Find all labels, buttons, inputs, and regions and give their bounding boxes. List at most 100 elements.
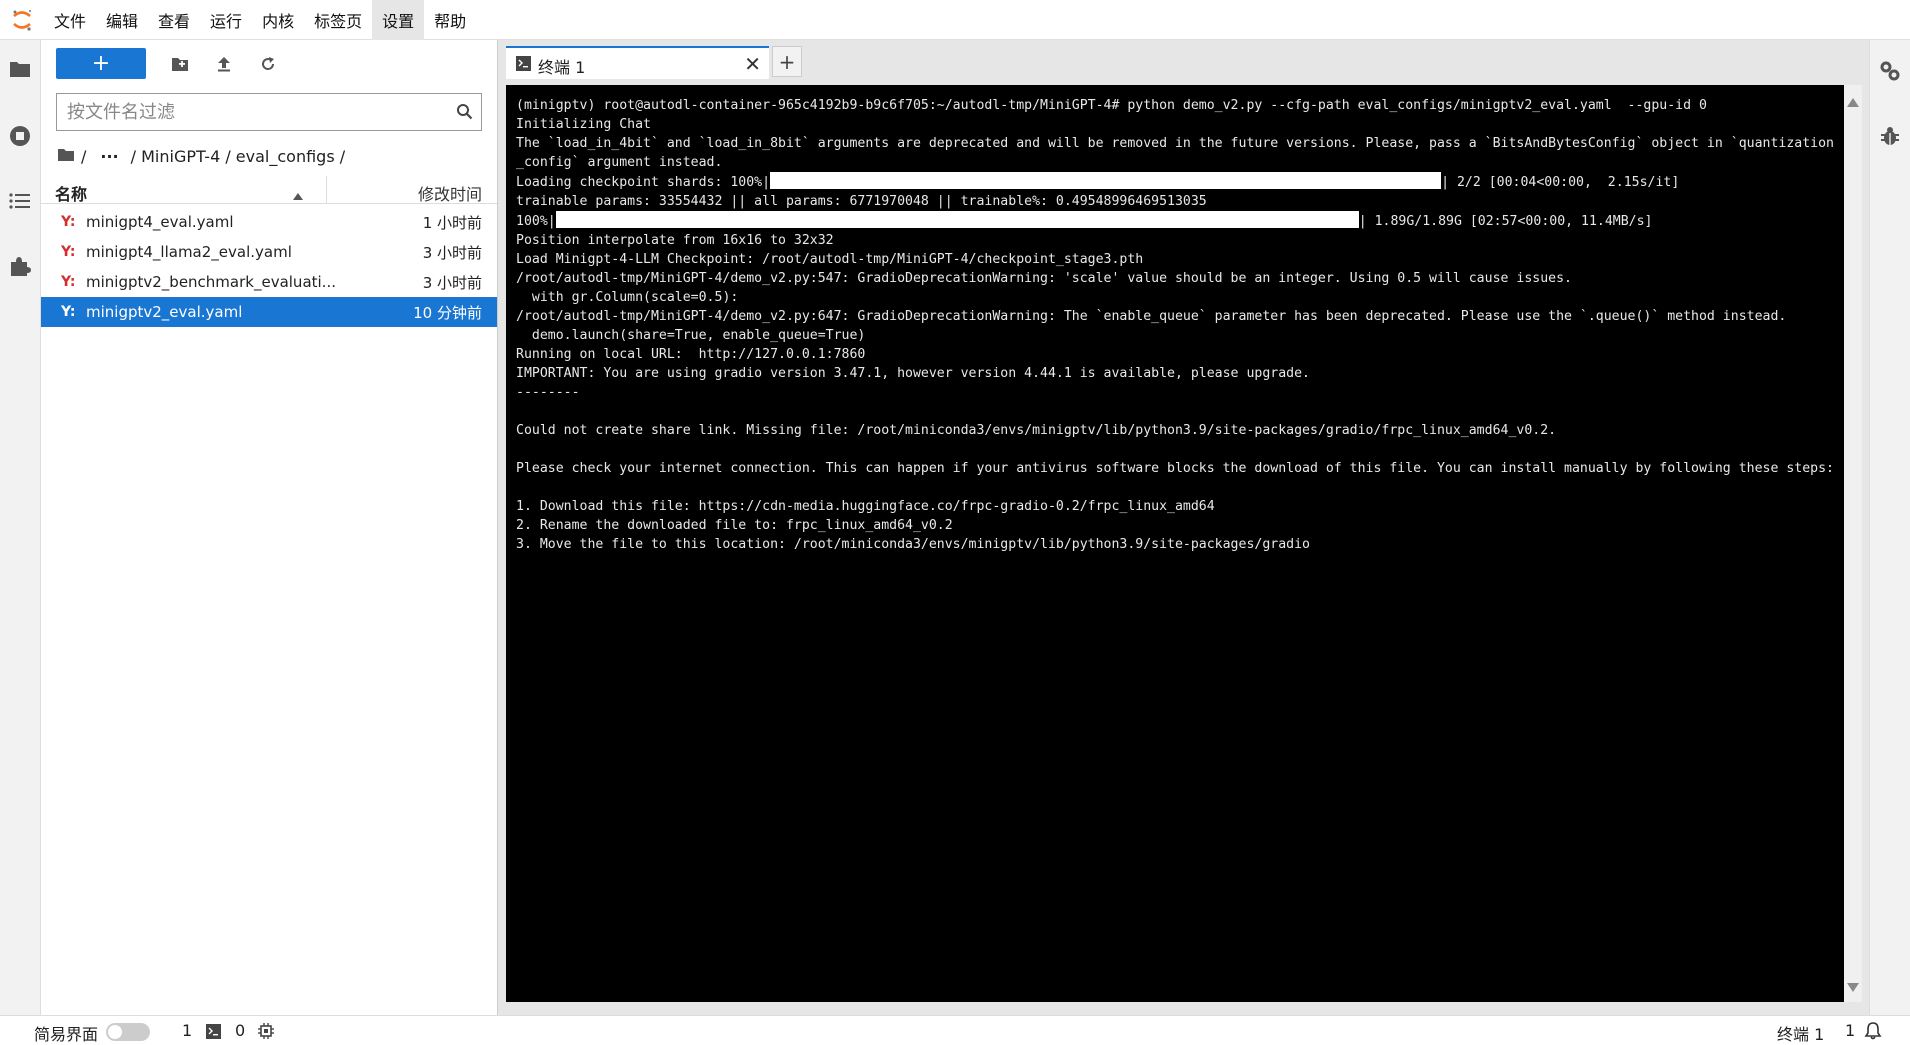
left-sidebar-rail — [0, 40, 41, 1015]
yaml-file-icon: Y: — [61, 274, 76, 290]
terminal-line: trainable params: 33554432 || all params… — [516, 194, 1207, 209]
file-row[interactable]: Y: minigpt4_llama2_eval.yaml 3 小时前 — [41, 237, 497, 267]
file-browser-toolbar: + — [56, 48, 486, 80]
terminal-count[interactable]: 0 — [235, 1021, 245, 1040]
scroll-down-icon[interactable] — [1847, 977, 1859, 996]
terminal-icon — [206, 1024, 221, 1043]
terminal-line: 100%| | 1.89G/1.89G [02:57<00:00, 11.4MB/… — [516, 211, 1841, 231]
breadcrumb-ellipsis[interactable]: ··· — [100, 147, 118, 166]
file-row[interactable]: Y: minigpt4_eval.yaml 1 小时前 — [41, 207, 497, 237]
running-sessions-icon[interactable] — [6, 122, 34, 150]
cpu-chip-icon[interactable] — [258, 1023, 274, 1043]
home-folder-icon[interactable] — [57, 147, 75, 166]
yaml-file-icon: Y: — [61, 304, 76, 320]
column-divider — [326, 176, 327, 204]
sort-ascending-icon[interactable] — [293, 185, 303, 204]
file-name: minigptv2_benchmark_evaluati... — [86, 273, 336, 291]
simple-mode-label: 简易界面 — [34, 1025, 99, 1044]
file-modified-time: 3 小时前 — [422, 243, 482, 262]
status-bar: 简易界面 1 0 终端 1 1 — [0, 1015, 1910, 1045]
file-modified-time: 3 小时前 — [422, 273, 482, 292]
terminal-line: The `load_in_4bit` and `load_in_8bit` ar… — [516, 136, 1834, 170]
yaml-file-icon: Y: — [61, 214, 76, 230]
breadcrumb-separator: / — [81, 146, 87, 166]
notification-count[interactable]: 1 — [1845, 1021, 1855, 1040]
terminal-line: 1. Download this file: https://cdn-media… — [516, 499, 1215, 514]
property-inspector-gears-icon[interactable] — [1876, 57, 1904, 85]
breadcrumb: / ··· / MiniGPT-4 / eval_configs / — [57, 142, 345, 170]
new-launcher-button[interactable]: + — [56, 48, 146, 79]
menu-kernel[interactable]: 内核 — [252, 0, 304, 40]
yaml-file-icon: Y: — [61, 244, 76, 260]
menu-run[interactable]: 运行 — [200, 0, 252, 40]
terminal-line: 2. Rename the downloaded file to: frpc_l… — [516, 518, 953, 533]
terminal-line: demo.launch(share=True, enable_queue=Tru… — [516, 328, 866, 343]
file-filter-input[interactable] — [57, 94, 437, 130]
menu-bar: 文件 编辑 查看 运行 内核 标签页 设置 帮助 — [0, 0, 1910, 40]
progress-label: Loading checkpoint shards: 100%| — [516, 175, 771, 190]
close-icon[interactable]: ✕ — [744, 52, 761, 76]
column-header-name[interactable]: 名称 — [55, 181, 87, 205]
tab-terminal-1[interactable]: 终端 1 ✕ — [506, 46, 769, 79]
breadcrumb-path[interactable]: / MiniGPT-4 / eval_configs / — [131, 147, 346, 166]
terminal-line: Running on local URL: http://127.0.0.1:7… — [516, 347, 866, 362]
progress-stats: | 2/2 [00:04<00:00, 2.15s/it] — [1441, 175, 1680, 190]
terminal-line: Load Minigpt-4-LLM Checkpoint: /root/aut… — [516, 252, 1144, 267]
terminal-line: Could not create share link. Missing fil… — [516, 423, 1557, 438]
terminal-line: -------- — [516, 385, 580, 400]
menu-help[interactable]: 帮助 — [424, 0, 476, 40]
kernel-count[interactable]: 1 — [182, 1021, 192, 1040]
simple-mode-toggle[interactable] — [106, 1023, 150, 1041]
jupyter-logo-icon — [0, 0, 44, 40]
terminal-output: (minigptv) root@autodl-container-965c419… — [516, 96, 1841, 554]
terminal-panel[interactable]: (minigptv) root@autodl-container-965c419… — [506, 85, 1862, 1002]
terminal-line: /root/autodl-tmp/MiniGPT-4/demo_v2.py:64… — [516, 309, 1787, 324]
right-sidebar-rail — [1869, 40, 1910, 1015]
file-name: minigptv2_eval.yaml — [86, 303, 243, 321]
file-row[interactable]: Y: minigptv2_benchmark_evaluati... 3 小时前 — [41, 267, 497, 297]
file-modified-time: 10 分钟前 — [413, 303, 482, 322]
new-folder-icon[interactable] — [168, 52, 192, 76]
progress-stats: | 1.89G/1.89G [02:57<00:00, 11.4MB/s] — [1358, 214, 1653, 229]
refresh-icon[interactable] — [256, 52, 280, 76]
menu-file[interactable]: 文件 — [44, 0, 96, 40]
terminal-line: Please check your internet connection. T… — [516, 461, 1834, 476]
extension-icon[interactable] — [6, 252, 34, 280]
terminal-line: 3. Move the file to this location: /root… — [516, 537, 1310, 552]
menu-settings[interactable]: 设置 — [372, 0, 425, 40]
file-list-header: 名称 修改时间 — [41, 176, 497, 204]
file-modified-time: 1 小时前 — [422, 213, 482, 232]
file-filter-box — [56, 93, 482, 131]
terminal-line: with gr.Column(scale=0.5): — [516, 290, 739, 305]
active-tab-label: 终端 1 — [1777, 1025, 1825, 1044]
notification-bell-icon[interactable] — [1864, 1021, 1882, 1044]
menu-view[interactable]: 查看 — [148, 0, 200, 40]
progress-label: 100%| — [516, 214, 556, 229]
terminal-line: IMPORTANT: You are using gradio version … — [516, 366, 1310, 381]
upload-icon[interactable] — [212, 52, 236, 76]
terminal-line: Position interpolate from 16x16 to 32x32 — [516, 233, 834, 248]
terminal-line: Initializing Chat — [516, 117, 651, 132]
terminal-scrollbar[interactable] — [1844, 85, 1862, 1002]
scroll-up-icon[interactable] — [1847, 92, 1859, 111]
progress-bar-fill — [555, 211, 1359, 228]
main-dock-area: 终端 1 ✕ + (minigptv) root@autodl-containe… — [498, 40, 1869, 1015]
table-of-contents-icon[interactable] — [6, 187, 34, 215]
debugger-bug-icon[interactable] — [1876, 122, 1904, 150]
toggle-knob — [108, 1025, 122, 1039]
terminal-line: /root/autodl-tmp/MiniGPT-4/demo_v2.py:54… — [516, 271, 1572, 286]
search-icon — [456, 103, 473, 124]
file-row-selected[interactable]: Y: minigptv2_eval.yaml 10 分钟前 — [41, 297, 497, 327]
menu-edit[interactable]: 编辑 — [96, 0, 148, 40]
folder-icon[interactable] — [6, 55, 34, 83]
tab-bar: 终端 1 ✕ + — [506, 46, 802, 79]
column-header-modified[interactable]: 修改时间 — [418, 181, 482, 205]
add-tab-button[interactable]: + — [772, 46, 802, 77]
menu-tabs[interactable]: 标签页 — [304, 0, 372, 40]
progress-bar-fill — [770, 172, 1442, 189]
file-name: minigpt4_eval.yaml — [86, 213, 234, 231]
terminal-line: (minigptv) root@autodl-container-965c419… — [516, 98, 1707, 113]
